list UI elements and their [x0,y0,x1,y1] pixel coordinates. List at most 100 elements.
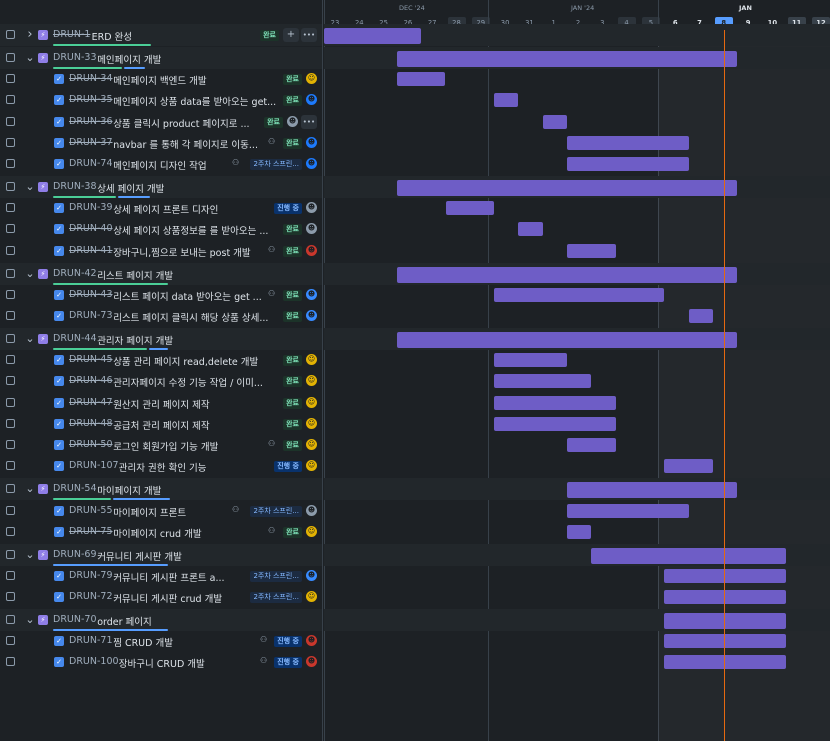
issue-key[interactable]: DRUN-72 [69,591,113,602]
chevron-down-icon[interactable]: ⌄ [25,52,35,63]
row-checkbox[interactable] [6,397,15,407]
epic-row[interactable]: ⌄ ⚡ DRUN-38 상세 페이지 개발 [0,175,322,198]
issue-summary[interactable]: 관리자페이지 수정 기능 작업 / 이미... [113,375,263,389]
issue-summary[interactable]: 상세 페이지 상품정보를 를 받아오는 ... [113,223,268,237]
issue-row[interactable]: ✓ DRUN-48 공급처 관리 페이지 제작 ☺ 완료 [0,413,322,435]
chevron-right-icon[interactable]: › [25,28,35,41]
issue-key[interactable]: DRUN-70 [53,614,97,625]
row-checkbox[interactable] [6,657,15,667]
chevron-down-icon[interactable]: ⌄ [25,181,35,192]
status-badge[interactable]: 완료 [283,245,302,257]
status-badge[interactable]: 완료 [283,418,302,430]
schedule-bar[interactable] [494,374,592,389]
schedule-bar[interactable] [494,395,616,410]
row-checkbox[interactable] [6,333,15,343]
sprint-badge[interactable]: 2주차 스프린... [250,505,302,517]
issue-summary[interactable]: 공급처 관리 페이지 제작 [113,418,209,432]
issue-row[interactable]: ✓ DRUN-47 원산지 관리 페이지 제작 ☺ 완료 [0,392,322,414]
issue-key[interactable]: DRUN-35 [69,94,113,105]
assignee-avatar[interactable]: ☻ [306,244,317,256]
issue-summary[interactable]: 찜 CRUD 개발 [113,635,173,649]
issue-summary[interactable]: 마이페이지 crud 개발 [113,526,201,540]
issue-row[interactable]: ✓ DRUN-37 navbar 를 통해 각 페이지로 이동... ☻ 완료 ⚇ [0,132,322,154]
issue-key[interactable]: DRUN-73 [69,310,113,321]
epic-row[interactable]: › ⚡ DRUN-1 ERD 완성 ••• + 완료 [0,24,322,46]
assignee-avatar[interactable]: ☻ [306,310,317,322]
assignee-avatar[interactable]: ☻ [306,94,317,106]
schedule-bar[interactable] [445,201,495,216]
chevron-down-icon[interactable]: ⌄ [25,268,35,279]
issue-key[interactable]: DRUN-41 [69,245,113,256]
schedule-bar[interactable] [396,331,738,348]
issue-key[interactable]: DRUN-79 [69,570,113,581]
row-checkbox[interactable] [6,636,15,646]
issue-key[interactable]: DRUN-69 [53,549,97,560]
row-checkbox[interactable] [6,30,15,39]
issue-summary[interactable]: 장바구니 CRUD 개발 [119,656,205,670]
issue-key[interactable]: DRUN-38 [53,181,97,192]
issue-row[interactable]: ✓ DRUN-75 마이페이지 crud 개발 ☺ 완료 ⚇ [0,521,322,543]
assignee-avatar[interactable]: ☻ [306,158,317,170]
issue-summary[interactable]: 로그인 회원가입 기능 개발 [113,439,218,453]
schedule-bar[interactable] [664,634,786,649]
issue-summary[interactable]: ERD 완성 [92,29,132,43]
issue-key[interactable]: DRUN-75 [69,526,113,537]
status-badge[interactable]: 완료 [283,355,302,367]
assignee-avatar[interactable]: ☻ [306,635,317,647]
schedule-bar[interactable] [688,309,713,324]
row-checkbox[interactable] [6,355,15,365]
issue-key[interactable]: DRUN-43 [69,289,113,300]
epic-row[interactable]: ⌄ ⚡ DRUN-54 마이페이지 개발 [0,478,322,501]
schedule-bar[interactable] [396,50,738,67]
issue-row[interactable]: ✓ DRUN-74 메인페이지 디자인 작업 ☻ 2주차 스프린... ⚇ [0,153,322,175]
epic-row[interactable]: ⌄ ⚡ DRUN-33 메인페이지 개발 [0,46,322,69]
schedule-bar[interactable] [396,266,738,283]
ellipsis-icon[interactable]: ••• [301,28,317,42]
status-badge[interactable]: 완료 [283,526,302,538]
status-badge[interactable]: 진행 중 [274,636,302,648]
issue-row[interactable]: ✓ DRUN-71 찜 CRUD 개발 ☻ 진행 중 ⚇ [0,630,322,652]
issue-summary[interactable]: 메인페이지 개발 [97,52,161,66]
row-checkbox[interactable] [6,52,15,62]
schedule-bar[interactable] [494,353,567,368]
issue-summary[interactable]: 관리자 페이지 개발 [97,333,173,347]
issue-row[interactable]: ✓ DRUN-40 상세 페이지 상품정보를 를 받아오는 ... ☻ 완료 [0,218,322,240]
issue-summary[interactable]: 커뮤니티 게시판 개발 [97,549,182,563]
row-checkbox[interactable] [6,289,15,299]
issue-key[interactable]: DRUN-55 [69,505,113,516]
schedule-bar[interactable] [664,568,786,583]
epic-row[interactable]: ⌄ ⚡ DRUN-42 리스트 페이지 개발 [0,262,322,285]
status-badge[interactable]: 완료 [283,137,302,149]
chevron-down-icon[interactable]: ⌄ [25,483,35,494]
plus-icon[interactable]: + [283,28,299,42]
schedule-bar[interactable] [664,612,786,629]
status-badge[interactable]: 완료 [283,311,302,323]
status-badge[interactable]: 완료 [283,397,302,409]
schedule-bar[interactable] [324,28,422,44]
row-checkbox[interactable] [6,311,15,321]
assignee-avatar[interactable]: ☻ [306,202,317,214]
issue-row[interactable]: ✓ DRUN-34 메인페이지 백엔드 개발 ☺ 완료 [0,68,322,90]
chevron-down-icon[interactable]: ⌄ [25,614,35,625]
issue-row[interactable]: ✓ DRUN-50 로그인 회원가입 기능 개발 ☺ 완료 ⚇ [0,434,322,456]
issue-row[interactable]: ✓ DRUN-72 커뮤니티 게시판 crud 개발 ☺ 2주차 스프린... [0,586,322,608]
issue-key[interactable]: DRUN-54 [53,483,97,494]
row-checkbox[interactable] [6,203,15,213]
status-badge[interactable]: 완료 [283,376,302,388]
issue-row[interactable]: ✓ DRUN-35 메인페이지 상품 data를 받아오는 get... ☻ 완료 [0,89,322,111]
issue-summary[interactable]: 상품 클릭시 product 페이지로 ... [113,116,249,130]
schedule-bar[interactable] [494,287,665,302]
schedule-bar[interactable] [664,655,786,670]
status-badge[interactable]: 진행 중 [274,203,302,215]
assignee-avatar[interactable]: ☺ [306,439,317,451]
row-checkbox[interactable] [6,95,15,105]
issue-key[interactable]: DRUN-50 [69,439,113,450]
schedule-bar[interactable] [567,135,689,150]
epic-row[interactable]: ⌄ ⚡ DRUN-70 order 페이지 [0,608,322,631]
schedule-bar[interactable] [567,243,616,258]
issue-summary[interactable]: 마이페이지 프론트 [113,505,186,519]
issue-row[interactable]: ✓ DRUN-79 커뮤니티 게시판 프론트 a... ☻ 2주차 스프린... [0,565,322,587]
assignee-avatar[interactable]: ☻ [306,656,317,668]
assignee-avatar[interactable]: ☻ [306,504,317,516]
status-badge[interactable]: 완료 [283,289,302,301]
